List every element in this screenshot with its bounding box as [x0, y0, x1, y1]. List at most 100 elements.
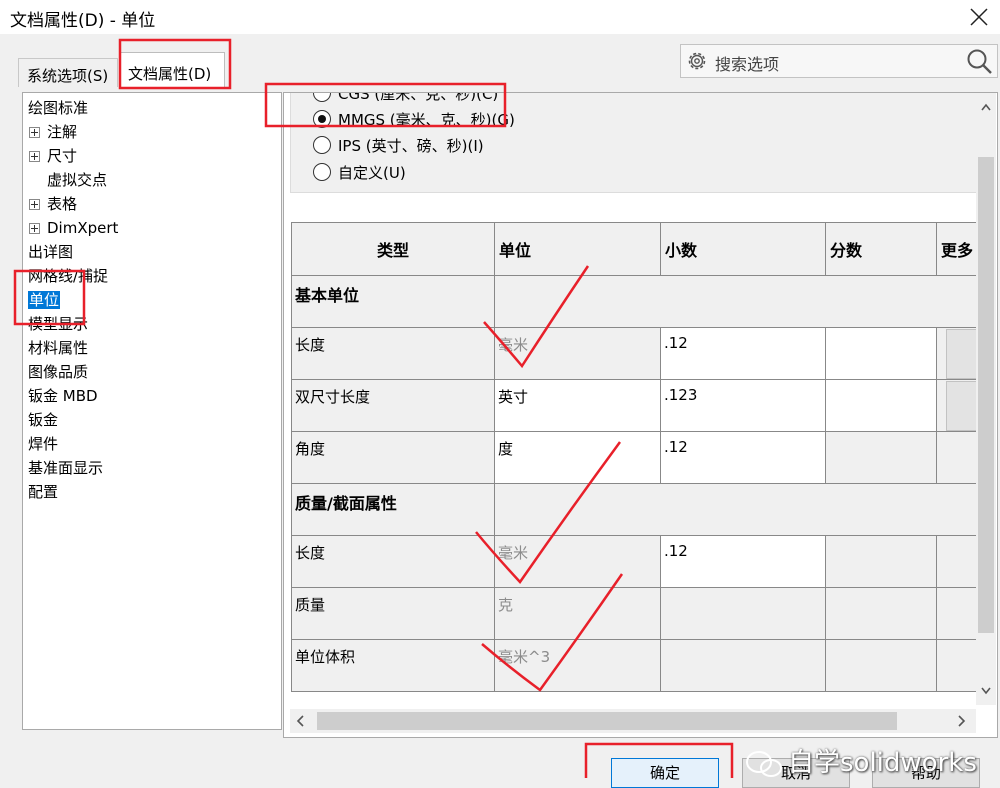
tree-item-label: 材料属性: [28, 339, 89, 357]
decimals-cell[interactable]: .12: [660, 535, 826, 588]
header-type: 类型: [291, 222, 495, 276]
scrollbar-thumb[interactable]: [978, 157, 994, 633]
wechat-icon: [746, 751, 782, 777]
units-table: 类型 单位 小数 分数 更多 基本单位 长度 毫米 .12 双尺寸长度 英寸 .…: [291, 222, 992, 692]
table-row: 单位体积 毫米^3: [291, 639, 992, 692]
unit-cell[interactable]: 毫米: [494, 535, 661, 588]
tab-system-options[interactable]: 系统选项(S): [18, 58, 118, 87]
unit-cell[interactable]: 毫米: [494, 327, 661, 380]
decimals-cell[interactable]: .12: [660, 327, 826, 380]
category-fill: [494, 483, 992, 536]
ok-button[interactable]: 确定: [611, 758, 719, 788]
tree-item-model-display[interactable]: 模型显示: [28, 313, 88, 335]
decimals-cell[interactable]: .12: [660, 431, 826, 484]
tree-item-detailing[interactable]: 出详图: [28, 241, 73, 263]
fractions-cell[interactable]: [825, 327, 937, 380]
tree-item-label: 模型显示: [28, 315, 89, 333]
radio-label: MMGS (毫米、克、秒)(G): [338, 111, 515, 129]
header-decimals: 小数: [660, 222, 826, 276]
tree-item-drafting-standard[interactable]: 绘图标准: [28, 97, 88, 119]
tree-item-label: 钣金: [28, 411, 59, 429]
tree-item-label: 绘图标准: [28, 99, 89, 117]
search-icon[interactable]: [965, 47, 993, 75]
radio-button-selected[interactable]: [313, 110, 331, 128]
tree-item-dimensions[interactable]: 尺寸: [23, 145, 143, 167]
tree-item-annotations[interactable]: 注解: [23, 121, 143, 143]
row-type: 长度: [291, 327, 495, 380]
radio-label: 自定义(U): [338, 164, 406, 182]
radio-button[interactable]: [313, 136, 331, 154]
scrollbar-thumb[interactable]: [317, 712, 897, 730]
tree-item-weldments[interactable]: 焊件: [28, 433, 58, 455]
tree-item-tables[interactable]: 表格: [23, 193, 143, 215]
unit-cell[interactable]: 英寸: [494, 379, 661, 432]
tree-item-material-properties[interactable]: 材料属性: [28, 337, 88, 359]
tree-item-label: 钣金 MBD: [28, 387, 98, 405]
tree-item-configurations[interactable]: 配置: [28, 481, 58, 503]
row-type: 质量: [291, 587, 495, 640]
close-icon: [970, 8, 988, 26]
search-options-input[interactable]: 搜索选项: [680, 44, 998, 78]
tree-item-image-quality[interactable]: 图像品质: [28, 361, 88, 383]
tree-item-label: 表格: [47, 195, 78, 213]
table-row: 长度 毫米 .12: [291, 327, 992, 380]
expand-icon[interactable]: [29, 151, 40, 162]
tree-item-grid-snap[interactable]: 网格线/捕捉: [28, 265, 108, 287]
fractions-cell: [825, 639, 937, 692]
radio-button[interactable]: [313, 93, 331, 102]
unit-cell[interactable]: 克: [494, 587, 661, 640]
expand-icon[interactable]: [29, 199, 40, 210]
tree-item-units[interactable]: 单位: [28, 289, 61, 311]
radio-label: CGS (厘米、克、秒)(C): [338, 92, 499, 103]
tree-item-label: 配置: [28, 483, 59, 501]
table-header-row: 类型 单位 小数 分数 更多: [291, 222, 992, 276]
table-category-row: 基本单位: [291, 275, 992, 328]
close-button[interactable]: [964, 2, 994, 32]
chevron-right-icon[interactable]: [958, 715, 966, 727]
vertical-scrollbar[interactable]: [976, 93, 996, 705]
fractions-cell[interactable]: [825, 379, 937, 432]
tree-item-dimxpert[interactable]: DimXpert: [23, 217, 143, 239]
tab-label: 系统选项(S): [27, 67, 109, 85]
unit-cell[interactable]: 度: [494, 431, 661, 484]
tree-item-label: 出详图: [28, 243, 74, 261]
fractions-cell: [825, 535, 937, 588]
units-settings-panel: CGS (厘米、克、秒)(C) MMGS (毫米、克、秒)(G) IPS (英寸…: [283, 92, 998, 738]
options-tree: 绘图标准 注解 尺寸 虚拟交点 表格 DimXpert 出详图 网格线/捕捉 单…: [22, 92, 282, 730]
category-basic-units: 基本单位: [291, 275, 495, 328]
expand-icon[interactable]: [29, 127, 40, 138]
watermark-text: 自学solidworks: [788, 748, 977, 778]
category-fill: [494, 275, 992, 328]
decimals-cell[interactable]: .123: [660, 379, 826, 432]
header-fractions: 分数: [825, 222, 937, 276]
tree-item-virtual-sharps[interactable]: 虚拟交点: [47, 169, 107, 191]
decimals-cell: [660, 587, 826, 640]
row-type: 单位体积: [291, 639, 495, 692]
table-row: 长度 毫米 .12: [291, 535, 992, 588]
tree-item-label: 焊件: [28, 435, 59, 453]
tab-document-properties[interactable]: 文档属性(D): [119, 52, 225, 89]
tree-item-sheet-metal-mbd[interactable]: 钣金 MBD: [28, 385, 98, 407]
chevron-down-icon[interactable]: [981, 687, 991, 695]
fractions-cell: [825, 431, 937, 484]
chevron-left-icon[interactable]: [296, 715, 304, 727]
table-row: 质量 克: [291, 587, 992, 640]
table-row: 双尺寸长度 英寸 .123: [291, 379, 992, 432]
chevron-up-icon[interactable]: [981, 103, 991, 111]
window-title: 文档属性(D) - 单位: [10, 11, 156, 31]
radio-button[interactable]: [313, 163, 331, 181]
table-category-row: 质量/截面属性: [291, 483, 992, 536]
search-placeholder: 搜索选项: [715, 55, 780, 74]
decimals-cell: [660, 639, 826, 692]
row-type: 双尺寸长度: [291, 379, 495, 432]
expand-icon[interactable]: [29, 223, 40, 234]
tree-item-sheet-metal[interactable]: 钣金: [28, 409, 58, 431]
category-mass-section: 质量/截面属性: [291, 483, 495, 536]
radio-label: IPS (英寸、磅、秒)(I): [338, 137, 484, 155]
unit-system-group: CGS (厘米、克、秒)(C) MMGS (毫米、克、秒)(G) IPS (英寸…: [290, 92, 978, 193]
tree-item-label: 图像品质: [28, 363, 89, 381]
unit-cell[interactable]: 毫米^3: [494, 639, 661, 692]
tree-item-label: 网格线/捕捉: [28, 267, 109, 285]
tree-item-plane-display[interactable]: 基准面显示: [28, 457, 103, 479]
horizontal-scrollbar[interactable]: [290, 709, 976, 733]
